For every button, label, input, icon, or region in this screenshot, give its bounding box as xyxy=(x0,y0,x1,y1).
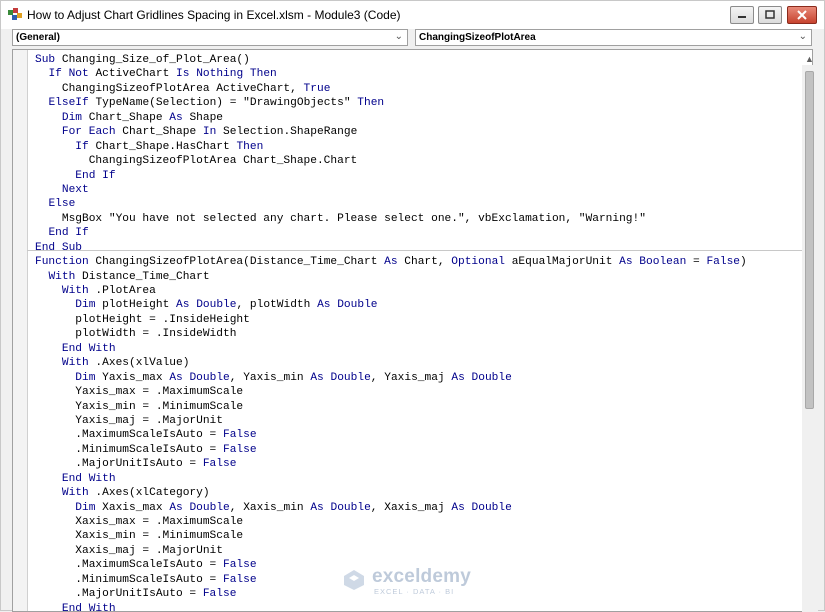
chevron-down-icon[interactable]: ⌄ xyxy=(799,31,807,42)
object-combo[interactable]: (General) ⌄ xyxy=(12,29,408,46)
code-line[interactable]: Dim Chart_Shape As Shape xyxy=(35,111,747,125)
code-line[interactable]: Xaxis_max = .MaximumScale xyxy=(35,515,747,529)
code-line[interactable]: End With xyxy=(35,342,747,356)
code-line[interactable]: If Chart_Shape.HasChart Then xyxy=(35,140,747,154)
code-line[interactable]: .MajorUnitIsAuto = False xyxy=(35,457,747,471)
code-line[interactable]: Dim Xaxis_max As Double, Xaxis_min As Do… xyxy=(35,501,747,515)
code-line[interactable]: .MinimumScaleIsAuto = False xyxy=(35,443,747,457)
code-text[interactable]: Sub Changing_Size_of_Plot_Area() If Not … xyxy=(35,53,747,611)
code-line[interactable]: plotHeight = .InsideHeight xyxy=(35,313,747,327)
code-line[interactable]: Yaxis_maj = .MajorUnit xyxy=(35,414,747,428)
code-line[interactable]: Yaxis_max = .MaximumScale xyxy=(35,385,747,399)
code-line[interactable]: End If xyxy=(35,226,747,240)
maximize-button[interactable] xyxy=(758,6,782,24)
maximize-icon xyxy=(765,10,775,19)
code-line[interactable]: End If xyxy=(35,169,747,183)
code-line[interactable]: End With xyxy=(35,602,747,611)
code-line[interactable]: End Sub xyxy=(35,241,747,255)
watermark: exceldemy EXCEL · DATA · BI xyxy=(342,564,492,600)
procedure-combo-value: ChangingSizeofPlotArea xyxy=(419,32,536,43)
code-line[interactable]: Xaxis_maj = .MajorUnit xyxy=(35,544,747,558)
code-line[interactable]: End With xyxy=(35,472,747,486)
code-line[interactable]: ChangingSizeofPlotArea ActiveChart, True xyxy=(35,82,747,96)
code-line[interactable]: .MaximumScaleIsAuto = False xyxy=(35,428,747,442)
code-line[interactable]: For Each Chart_Shape In Selection.ShapeR… xyxy=(35,125,747,139)
code-line[interactable]: Function ChangingSizeofPlotArea(Distance… xyxy=(35,255,747,269)
scrollbar-thumb[interactable] xyxy=(805,71,814,409)
procedure-separator xyxy=(27,250,812,251)
close-button[interactable] xyxy=(787,6,817,24)
code-line[interactable]: ElseIf TypeName(Selection) = "DrawingObj… xyxy=(35,96,747,110)
vba-editor-icon xyxy=(8,8,22,20)
exceldemy-logo-icon xyxy=(344,570,364,590)
code-line[interactable]: Else xyxy=(35,197,747,211)
code-window-combos: (General) ⌄ ChangingSizeofPlotArea ⌄ xyxy=(1,29,824,47)
vba-code-window: How to Adjust Chart Gridlines Spacing in… xyxy=(0,0,825,612)
code-line[interactable]: MsgBox "You have not selected any chart.… xyxy=(35,212,747,226)
window-title: How to Adjust Chart Gridlines Spacing in… xyxy=(27,8,401,22)
code-line[interactable]: With .Axes(xlCategory) xyxy=(35,486,747,500)
minimize-button[interactable] xyxy=(730,6,754,24)
scroll-up-icon[interactable]: ▲ xyxy=(805,54,814,64)
close-icon xyxy=(797,10,807,20)
code-line[interactable]: plotWidth = .InsideWidth xyxy=(35,327,747,341)
code-line[interactable]: With .Axes(xlValue) xyxy=(35,356,747,370)
watermark-tagline: EXCEL · DATA · BI xyxy=(374,587,455,596)
code-line[interactable]: With .PlotArea xyxy=(35,284,747,298)
code-line[interactable]: Dim plotHeight As Double, plotWidth As D… xyxy=(35,298,747,312)
minimize-icon xyxy=(738,16,746,18)
code-line[interactable]: ChangingSizeofPlotArea Chart_Shape.Chart xyxy=(35,154,747,168)
code-line[interactable]: Xaxis_min = .MinimumScale xyxy=(35,529,747,543)
code-line[interactable]: If Not ActiveChart Is Nothing Then xyxy=(35,67,747,81)
code-line[interactable]: With Distance_Time_Chart xyxy=(35,270,747,284)
code-line[interactable]: Sub Changing_Size_of_Plot_Area() xyxy=(35,53,747,67)
watermark-name: exceldemy xyxy=(372,566,471,587)
title-bar[interactable]: How to Adjust Chart Gridlines Spacing in… xyxy=(1,1,824,29)
code-line[interactable]: Next xyxy=(35,183,747,197)
code-editor[interactable]: Sub Changing_Size_of_Plot_Area() If Not … xyxy=(12,49,813,612)
code-line[interactable]: Dim Yaxis_max As Double, Yaxis_min As Do… xyxy=(35,371,747,385)
chevron-down-icon[interactable]: ⌄ xyxy=(395,31,403,42)
procedure-combo[interactable]: ChangingSizeofPlotArea ⌄ xyxy=(415,29,812,46)
object-combo-value: (General) xyxy=(16,32,60,43)
code-line[interactable]: Yaxis_min = .MinimumScale xyxy=(35,400,747,414)
margin-indicator-bar[interactable] xyxy=(13,50,28,611)
